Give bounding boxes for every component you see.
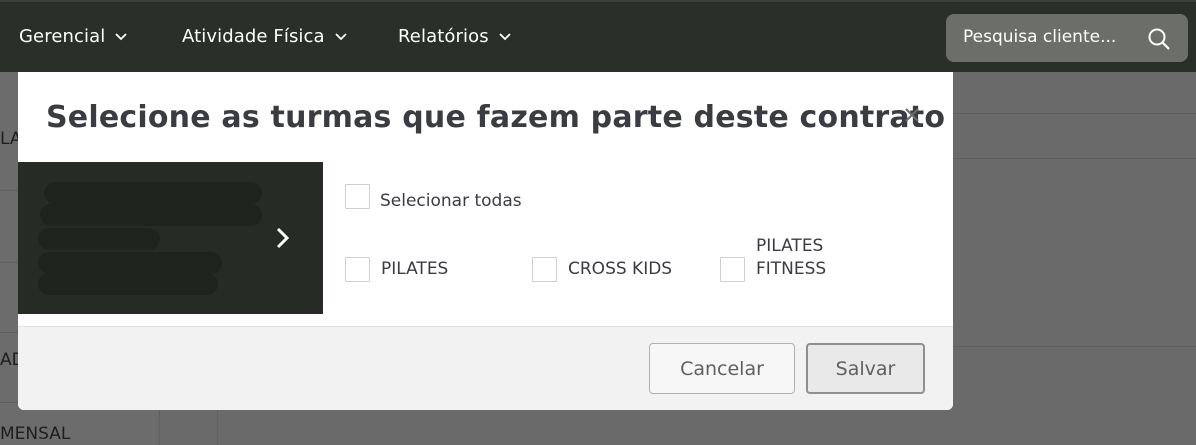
select-all-checkbox[interactable] — [345, 184, 370, 209]
save-button[interactable]: Salvar — [806, 343, 925, 394]
modal-footer: Cancelar Salvar — [18, 326, 953, 410]
cancel-button[interactable]: Cancelar — [649, 343, 795, 394]
chevron-down-icon — [335, 32, 347, 40]
search-icon[interactable] — [1148, 28, 1170, 50]
class-checkbox-pilates-fitness[interactable] — [720, 257, 745, 282]
chevron-down-icon — [499, 32, 511, 40]
class-option-label: CROSS KIDS — [568, 259, 673, 279]
nav-item-label: Atividade Física — [182, 26, 325, 47]
chevron-right-icon[interactable] — [273, 226, 293, 250]
contract-preview-panel[interactable] — [18, 162, 323, 314]
nav-item-label: Gerencial — [19, 26, 106, 47]
class-option-label: PILATES — [381, 259, 449, 279]
nav-item-gerencial[interactable]: Gerencial — [19, 26, 127, 47]
class-checkbox-pilates[interactable] — [345, 257, 370, 282]
nav-item-atividade-fisica[interactable]: Atividade Física — [182, 26, 347, 47]
nav-item-relatorios[interactable]: Relatórios — [398, 26, 511, 47]
select-classes-modal: Selecione as turmas que fazem parte dest… — [18, 72, 953, 410]
modal-title: Selecione as turmas que fazem parte dest… — [46, 100, 946, 135]
search-placeholder: Pesquisa cliente... — [963, 27, 1117, 47]
chevron-down-icon — [115, 32, 127, 40]
close-button[interactable] — [900, 102, 924, 126]
class-checkbox-cross-kids[interactable] — [532, 257, 557, 282]
background-text: MENSAL — [0, 424, 71, 444]
select-all-label: Selecionar todas — [380, 191, 522, 211]
top-navbar: Gerencial Atividade Física Relatórios Pe… — [0, 0, 1196, 72]
close-icon — [905, 108, 919, 122]
client-search-input[interactable]: Pesquisa cliente... — [946, 14, 1188, 62]
class-option-label: PILATES FITNESS — [756, 236, 827, 279]
nav-item-label: Relatórios — [398, 26, 489, 47]
